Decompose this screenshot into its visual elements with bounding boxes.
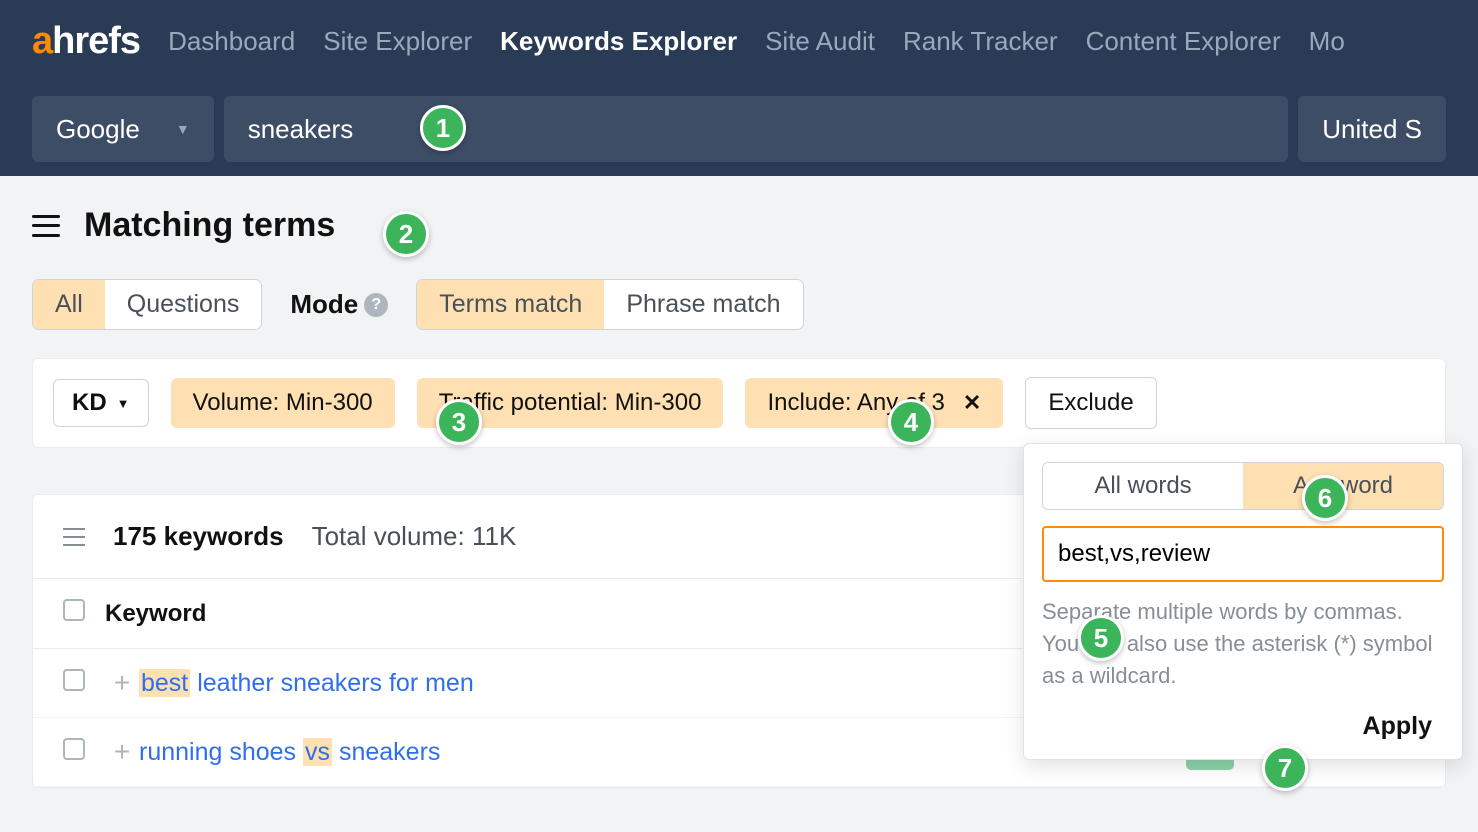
nav-item[interactable]: Rank Tracker: [903, 26, 1058, 57]
caret-down-icon: ▼: [117, 396, 130, 411]
annotation-7: 7: [1262, 745, 1308, 791]
apply-button[interactable]: Apply: [1042, 712, 1444, 741]
annotation-2: 2: [383, 211, 429, 257]
row-checkbox[interactable]: [63, 738, 85, 760]
annotation-3: 3: [436, 399, 482, 445]
logo-a: a: [32, 20, 52, 62]
search-engine-select[interactable]: Google ▼: [32, 96, 214, 162]
scope-segment: AllQuestions: [32, 279, 262, 330]
annotation-6: 6: [1302, 475, 1348, 521]
nav-item[interactable]: Site Audit: [765, 26, 875, 57]
annotation-4: 4: [888, 399, 934, 445]
logo: ahrefs: [32, 20, 140, 63]
volume-filter-label: Volume: Min-300: [193, 389, 373, 417]
list-view-icon[interactable]: [63, 528, 85, 546]
nav-item[interactable]: Mo: [1309, 26, 1345, 57]
help-icon[interactable]: ?: [364, 293, 388, 317]
include-filter-chip[interactable]: Include: Any of 3✕: [745, 378, 1003, 428]
mode-option[interactable]: Terms match: [417, 280, 604, 329]
keyword-text: sneakers: [248, 114, 354, 145]
kd-filter[interactable]: KD ▼: [53, 379, 149, 427]
keyword-input[interactable]: sneakers: [224, 96, 1289, 162]
col-keyword[interactable]: Keyword: [105, 600, 1165, 628]
expand-icon[interactable]: +: [105, 667, 139, 699]
volume-filter-chip[interactable]: Volume: Min-300: [171, 378, 395, 428]
caret-down-icon: ▼: [176, 121, 190, 137]
top-nav: ahrefs Dashboard Site Explorer Keywords Ex…: [0, 0, 1478, 82]
kd-label: KD: [72, 389, 107, 417]
include-popup: All wordsAny word Separate multiple word…: [1023, 443, 1463, 760]
main-nav: Dashboard Site Explorer Keywords Explorer S…: [168, 26, 1345, 57]
close-icon[interactable]: ✕: [963, 390, 981, 416]
mode-label: Mode: [290, 289, 358, 320]
scope-option[interactable]: Questions: [105, 280, 262, 329]
search-engine-label: Google: [56, 114, 140, 145]
include-mode-segment: All wordsAny word: [1042, 462, 1444, 510]
menu-icon[interactable]: [32, 215, 60, 237]
page-title: Matching terms: [84, 206, 335, 245]
keyword-link[interactable]: best leather sneakers for men: [139, 669, 474, 697]
country-select[interactable]: United S: [1298, 96, 1446, 162]
include-mode-option[interactable]: All words: [1043, 463, 1243, 509]
search-bar: Google ▼ sneakers United S: [0, 82, 1478, 176]
exclude-filter[interactable]: Exclude: [1025, 377, 1156, 429]
scope-option[interactable]: All: [33, 280, 105, 329]
include-input[interactable]: [1042, 526, 1444, 582]
select-all-checkbox[interactable]: [63, 599, 85, 621]
mode-segment: Terms matchPhrase match: [416, 279, 803, 330]
annotation-5: 5: [1078, 615, 1124, 661]
nav-item[interactable]: Keywords Explorer: [500, 26, 737, 57]
logo-rest: hrefs: [52, 20, 140, 62]
nav-item[interactable]: Content Explorer: [1086, 26, 1281, 57]
mode-option[interactable]: Phrase match: [604, 280, 802, 329]
exclude-label: Exclude: [1048, 389, 1133, 416]
filter-bar: KD▼ Volume: Min-300 Traffic potential: M…: [32, 358, 1446, 448]
keyword-link[interactable]: running shoes vs sneakers: [139, 738, 440, 766]
nav-item[interactable]: Dashboard: [168, 26, 295, 57]
nav-item[interactable]: Site Explorer: [323, 26, 472, 57]
total-volume: Total volume: 11K: [312, 521, 517, 552]
keyword-count: 175 keywords: [113, 521, 284, 552]
annotation-1: 1: [420, 105, 466, 151]
expand-icon[interactable]: +: [105, 736, 139, 768]
country-label: United S: [1322, 114, 1422, 145]
row-checkbox[interactable]: [63, 669, 85, 691]
